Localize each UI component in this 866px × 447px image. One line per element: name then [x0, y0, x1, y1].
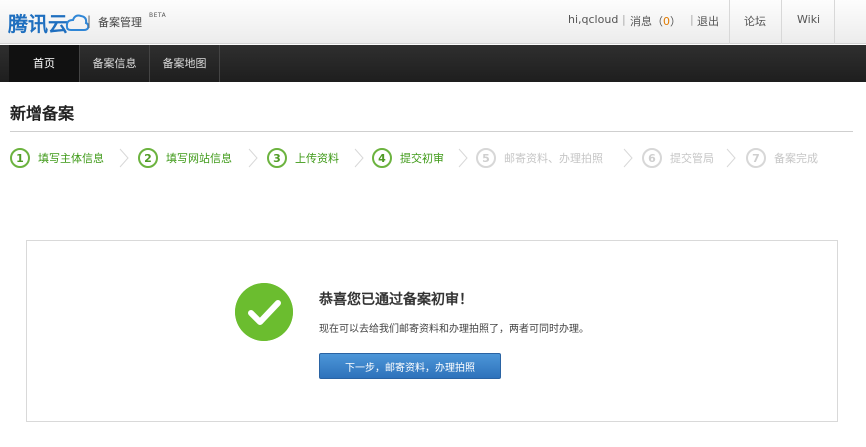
header-divider [834, 0, 835, 44]
step-number: 3 [267, 148, 287, 168]
result-panel: 恭喜您已通过备案初审！ 现在可以去给我们邮寄资料和办理拍照了，两者可同时办理。 … [26, 240, 838, 422]
chevron-right-icon [726, 148, 736, 168]
tab-filing-map[interactable]: 备案地图 [150, 45, 220, 82]
step-1: 1 填写主体信息 [10, 147, 104, 169]
beta-badge: BETA [149, 12, 167, 19]
step-6: 6 提交管局 [642, 147, 714, 169]
step-5: 5 邮寄资料、办理拍照 [476, 147, 603, 169]
step-label: 邮寄资料、办理拍照 [504, 152, 603, 165]
step-2: 2 填写网站信息 [138, 147, 232, 169]
chevron-right-icon [458, 148, 468, 168]
messages-count: 0 [663, 15, 670, 28]
step-number: 1 [10, 148, 30, 168]
result-subtitle: 现在可以去给我们邮寄资料和办理拍照了，两者可同时办理。 [319, 324, 589, 335]
nav-tabs: 首页 备案信息 备案地图 [9, 45, 220, 82]
main-nav: 首页 备案信息 备案地图 [0, 45, 866, 82]
chevron-right-icon [354, 148, 364, 168]
step-number: 4 [372, 148, 392, 168]
step-number: 5 [476, 148, 496, 168]
step-number: 6 [642, 148, 662, 168]
messages-close: ） [670, 15, 681, 28]
chevron-right-icon [248, 148, 258, 168]
chevron-right-icon [623, 148, 633, 168]
wiki-link[interactable]: Wiki [797, 13, 820, 26]
tencent-cloud-logo[interactable]: 腾讯云 [8, 6, 90, 38]
logo-text: 腾讯云 [8, 11, 68, 36]
user-separator: | [690, 13, 694, 26]
step-4: 4 提交初审 [372, 147, 444, 169]
header-separator: | [87, 14, 92, 28]
page-title: 新增备案 [10, 104, 75, 123]
forum-link[interactable]: 论坛 [744, 13, 766, 29]
chevron-right-icon [119, 148, 129, 168]
step-number: 2 [138, 148, 158, 168]
messages-link[interactable]: 消息（0） [630, 13, 681, 29]
messages-label: 消息（ [630, 15, 663, 28]
step-label: 提交管局 [670, 152, 714, 165]
title-divider [10, 131, 853, 132]
step-label: 备案完成 [774, 152, 818, 165]
step-label: 填写网站信息 [166, 152, 232, 165]
next-step-button[interactable]: 下一步，邮寄资料，办理拍照 [319, 353, 501, 379]
result-title: 恭喜您已通过备案初审！ [319, 292, 473, 308]
step-7: 7 备案完成 [746, 147, 818, 169]
step-3: 3 上传资料 [267, 147, 339, 169]
tab-filing-info[interactable]: 备案信息 [80, 45, 150, 82]
tab-home[interactable]: 首页 [9, 45, 80, 82]
product-name: 备案管理 [98, 16, 142, 29]
header-divider [729, 0, 730, 44]
user-greeting: hi,qcloud [568, 13, 619, 26]
success-check-icon [235, 283, 293, 341]
step-label: 上传资料 [295, 152, 339, 165]
step-label: 提交初审 [400, 152, 444, 165]
logout-link[interactable]: 退出 [697, 13, 719, 29]
step-label: 填写主体信息 [38, 152, 104, 165]
user-separator: | [622, 13, 626, 26]
top-header: 腾讯云 | 备案管理 BETA hi,qcloud | 消息（0） | 退出 论… [0, 0, 866, 44]
step-number: 7 [746, 148, 766, 168]
header-divider [781, 0, 782, 44]
